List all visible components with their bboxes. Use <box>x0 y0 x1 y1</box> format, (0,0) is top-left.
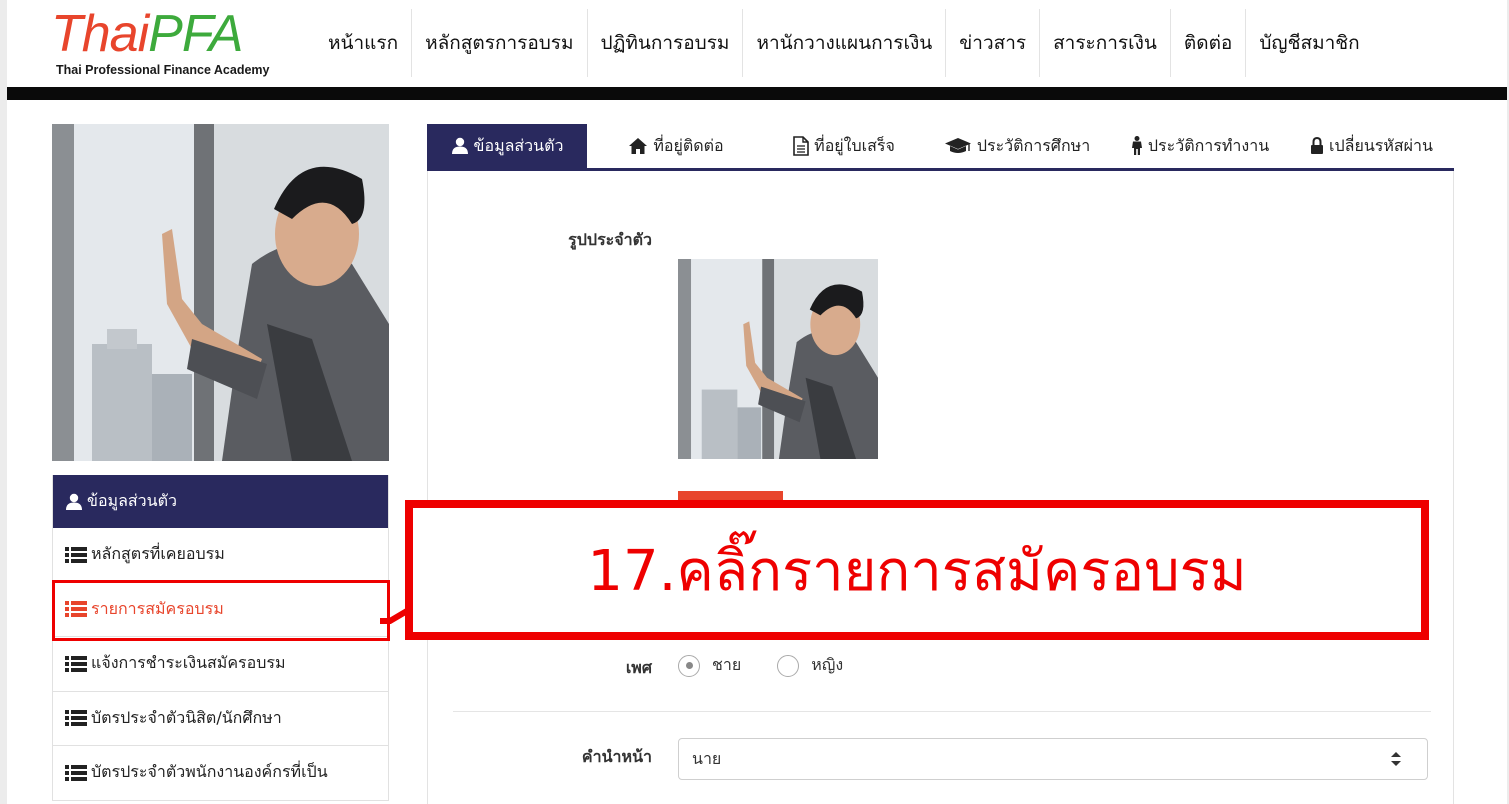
annotation-text: 17.คลิ๊กรายการสมัครอบรม <box>587 538 1247 604</box>
annotation-highlight-box <box>52 580 390 641</box>
annotation-connector-line <box>380 605 414 624</box>
annotation-callout: 17.คลิ๊กรายการสมัครอบรม <box>405 500 1429 640</box>
